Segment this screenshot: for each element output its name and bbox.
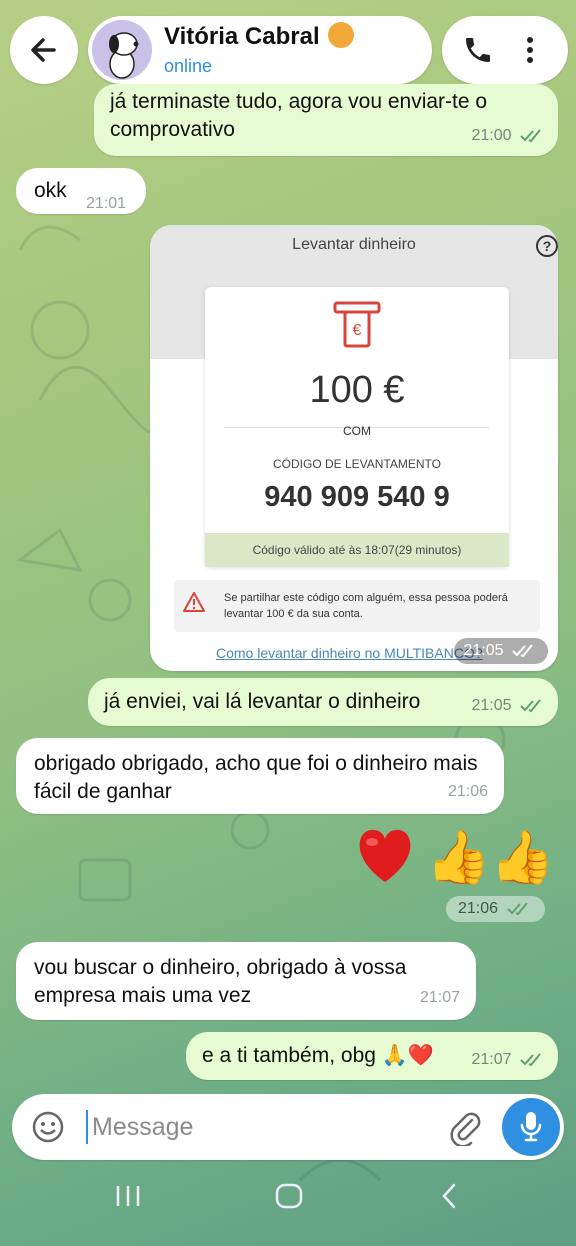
header-actions [442, 16, 568, 84]
more-vert-icon[interactable] [520, 34, 540, 66]
thumbs-up-emoji: 👍 [426, 829, 491, 887]
receipt-title: Levantar dinheiro [292, 236, 416, 253]
double-check-icon [520, 1053, 541, 1067]
question-icon[interactable]: ? [536, 235, 558, 257]
warning-icon [183, 592, 205, 612]
message-incoming[interactable]: okk 21:01 [16, 168, 146, 214]
message-composer: Message [12, 1094, 564, 1160]
contact-header[interactable]: Vitória Cabral online [88, 16, 432, 84]
home-icon[interactable] [274, 1182, 304, 1210]
heart-emoji [359, 829, 411, 882]
code-label: CÓDIGO DE LEVANTAMENTO [272, 457, 442, 471]
system-nav-bar [0, 1154, 576, 1246]
withdrawal-code: 940 909 540 9 [264, 481, 450, 513]
message-time: 21:01 [86, 195, 127, 212]
back-button[interactable] [10, 16, 78, 84]
warning-text: Se partilhar este código com alguém, ess… [224, 592, 508, 620]
double-check-icon [520, 129, 541, 143]
emoji-timestamp: 21:06 [446, 896, 545, 922]
message-text: obrigado obrigado, acho que foi o dinhei… [34, 752, 478, 803]
arrow-left-icon [31, 38, 56, 62]
message-time: 21:07 [419, 989, 460, 1006]
svg-text:€: € [353, 322, 362, 339]
double-check-icon [512, 644, 533, 658]
double-check-icon [506, 902, 528, 916]
emoji-icon[interactable] [32, 1111, 64, 1143]
com-label: COM [343, 424, 371, 438]
emoji-message[interactable]: 👍 👍 [350, 822, 560, 892]
message-time: 21:05 [472, 692, 547, 720]
message-outgoing[interactable]: e a ti também, obg 🙏❤️ 21:07 [186, 1032, 558, 1080]
message-outgoing[interactable]: já enviei, vai lá levantar o dinheiro 21… [88, 678, 558, 726]
back-nav-icon[interactable] [438, 1182, 460, 1210]
validity-bar: Código válido até às 18:07(29 minutos) [205, 533, 509, 567]
phone-icon[interactable] [462, 34, 494, 66]
message-time: 21:06 [447, 783, 488, 800]
message-time: 21:00 [472, 122, 547, 150]
multibanco-link[interactable]: Como levantar dinheiro no MULTIBANCO? [216, 645, 483, 661]
message-outgoing[interactable]: já terminaste tudo, agora vou enviar-te … [94, 84, 558, 156]
message-time: 21:07 [472, 1046, 547, 1074]
recent-apps-icon[interactable] [114, 1184, 142, 1208]
message-text: vou buscar o dinheiro, obrigado à vossa … [34, 956, 407, 1007]
message-text: okk [34, 179, 67, 202]
amount: 100 € [309, 369, 405, 411]
message-incoming[interactable]: obrigado obrigado, acho que foi o dinhei… [16, 738, 504, 814]
message-text: já enviei, vai lá levantar o dinheiro [104, 690, 421, 713]
party-face-emoji [328, 22, 355, 48]
attach-icon[interactable] [448, 1108, 484, 1146]
contact-name: Vitória Cabral [164, 22, 355, 51]
mic-icon [520, 1112, 542, 1142]
cursor [86, 1110, 88, 1144]
receipt-card: € 100 € COM CÓDIGO DE LEVANTAMENTO 940 9… [205, 287, 509, 567]
atm-cash-icon: € [333, 301, 381, 348]
message-incoming[interactable]: vou buscar o dinheiro, obrigado à vossa … [16, 942, 476, 1020]
receipt-image-message[interactable]: Levantar dinheiro ? € 100 € COM CÓDIGO D… [150, 225, 558, 671]
double-check-icon [520, 699, 541, 713]
image-timestamp: 21:05 [453, 638, 548, 664]
warning-box: Se partilhar este código com alguém, ess… [174, 580, 540, 632]
contact-status: online [164, 56, 213, 76]
message-input[interactable]: Message [92, 1110, 193, 1144]
mic-button[interactable] [502, 1098, 560, 1156]
avatar [92, 20, 152, 80]
message-text: e a ti também, obg 🙏❤️ [202, 1044, 435, 1067]
thumbs-up-emoji: 👍 [490, 829, 555, 887]
